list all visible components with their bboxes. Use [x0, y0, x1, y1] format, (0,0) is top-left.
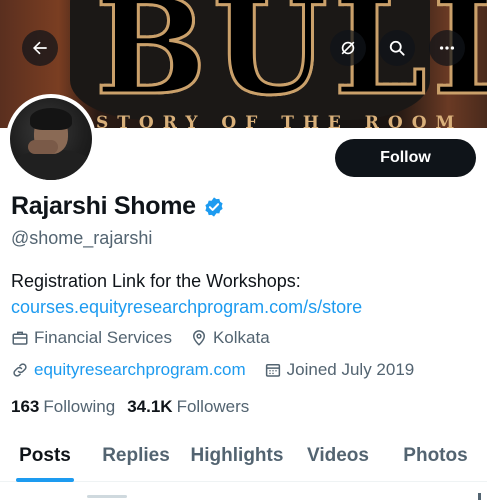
tab-highlights[interactable]: Highlights [182, 430, 292, 482]
tab-highlights-label: Highlights [190, 445, 284, 466]
briefcase-icon [12, 331, 28, 345]
avatar-body-shape [14, 150, 92, 180]
profile-bio: Registration Link for the Workshops: cou… [11, 268, 362, 320]
link-icon [13, 363, 27, 377]
category-label: Financial Services [34, 328, 172, 347]
bio-text: Registration Link for the Workshops: [11, 271, 301, 291]
back-button[interactable] [22, 30, 58, 66]
avatar-arm-shape [28, 140, 58, 154]
grok-icon [341, 41, 355, 55]
location-item: Kolkata [190, 328, 270, 348]
profile-name-row: Rajarshi Shome [11, 192, 225, 221]
tab-posts-label: Posts [19, 445, 71, 466]
location-pin-icon [192, 330, 205, 346]
profile-stats: 163 Following 34.1K Followers [11, 397, 261, 417]
back-arrow-icon [33, 41, 47, 55]
joined-label: Joined July 2019 [286, 360, 415, 379]
profile-meta-row-1: Financial Services Kolkata [11, 328, 288, 348]
banner-headline: BULL! [93, 0, 487, 127]
tab-photos[interactable]: Photos [384, 430, 487, 482]
tab-replies-label: Replies [102, 445, 170, 466]
calendar-icon [265, 364, 280, 377]
scroll-indicator [478, 493, 481, 500]
more-button[interactable] [429, 30, 465, 66]
location-label: Kolkata [212, 328, 270, 347]
tab-videos-label: Videos [307, 445, 369, 466]
tab-videos[interactable]: Videos [292, 430, 384, 482]
banner-subline: STORY OF THE ROOM [96, 113, 464, 128]
avatar-hair-shape [30, 108, 72, 130]
more-icon [439, 46, 455, 50]
grok-button[interactable] [330, 30, 366, 66]
category-item: Financial Services [11, 328, 172, 348]
profile-tabs: Posts Replies Highlights Videos Photos [0, 430, 487, 482]
tab-photos-label: Photos [403, 445, 468, 466]
search-button[interactable] [379, 30, 415, 66]
website-link[interactable]: equityresearchprogram.com [34, 360, 246, 380]
verified-badge-icon[interactable] [203, 196, 225, 218]
feed-peek-mark [87, 495, 127, 498]
website-item[interactable]: equityresearchprogram.com [11, 360, 246, 380]
profile-avatar[interactable] [6, 94, 96, 184]
tab-posts[interactable]: Posts [0, 430, 90, 482]
following-label: Following [43, 397, 116, 416]
bio-link[interactable]: courses.equityresearchprogram.com/s/stor… [11, 294, 362, 320]
profile-name: Rajarshi Shome [11, 192, 196, 220]
joined-item: Joined July 2019 [264, 360, 415, 380]
followers-stat[interactable]: 34.1K Followers [127, 397, 249, 417]
active-tab-indicator [16, 478, 74, 482]
feed-peek [0, 483, 487, 500]
profile-meta-row-2: equityresearchprogram.com Joined July 20… [11, 360, 432, 380]
followers-count: 34.1K [127, 397, 173, 416]
tab-replies[interactable]: Replies [90, 430, 182, 482]
following-count: 163 [11, 397, 40, 416]
followers-label: Followers [176, 397, 250, 416]
following-stat[interactable]: 163 Following [11, 397, 115, 417]
profile-handle: @shome_rajarshi [11, 228, 153, 248]
search-icon [389, 40, 405, 56]
follow-button[interactable]: Follow [335, 139, 476, 177]
